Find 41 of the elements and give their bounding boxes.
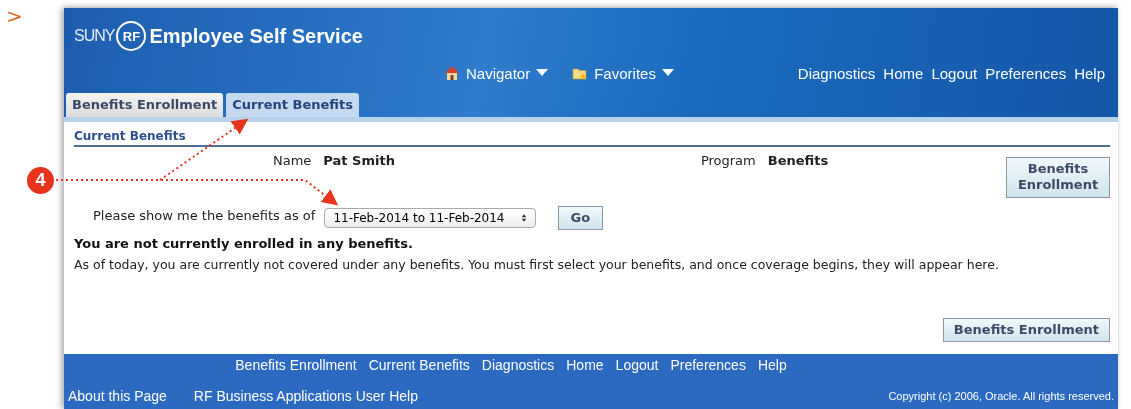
menu-link[interactable]: Navigator bbox=[444, 64, 549, 82]
header-link[interactable]: Logout bbox=[931, 64, 978, 82]
footer-link[interactable]: Preferences bbox=[670, 357, 746, 373]
menu-link[interactable]: Favorites bbox=[572, 64, 674, 82]
footer-link[interactable]: Current Benefits bbox=[368, 357, 470, 373]
caret-icon bbox=[536, 69, 549, 77]
logo-text: SUNY bbox=[74, 27, 115, 45]
field-label: Program bbox=[700, 153, 756, 168]
footer-link[interactable]: RF Business Applications User Help bbox=[193, 388, 418, 404]
footer-link[interactable]: Benefits Enrollment bbox=[235, 357, 357, 373]
tab[interactable]: Benefits Enrollment bbox=[66, 93, 224, 117]
benefits-enrollment-button[interactable]: Benefits Enrollment bbox=[1006, 157, 1110, 198]
header-link[interactable]: Diagnostics bbox=[797, 64, 876, 82]
go-button[interactable]: Go bbox=[557, 205, 604, 230]
footer-link[interactable]: Logout bbox=[615, 357, 659, 373]
logo-badge: RF bbox=[116, 21, 147, 51]
footer-link[interactable]: Diagnostics bbox=[481, 357, 555, 373]
chevron-marker: > bbox=[6, 6, 23, 26]
tab[interactable]: Current Benefits bbox=[226, 93, 359, 117]
field-value: Pat Smith bbox=[323, 153, 395, 168]
house-icon bbox=[444, 65, 460, 81]
folder-star-icon bbox=[572, 65, 589, 81]
field-label: Name bbox=[273, 153, 312, 168]
footer-link[interactable]: Home bbox=[566, 357, 604, 373]
header-link[interactable]: Preferences bbox=[985, 64, 1067, 82]
date-range-dropdown[interactable]: 11-Feb-2014 to 11-Feb-2014 bbox=[324, 207, 536, 228]
header-link[interactable]: Help bbox=[1074, 64, 1105, 82]
section-heading: Current Benefits bbox=[74, 126, 1110, 147]
caret-icon bbox=[661, 69, 674, 77]
period-label: Please show me the benefits as of bbox=[93, 207, 316, 223]
app-title: Employee Self Service bbox=[149, 24, 363, 48]
step-number-badge: 4 bbox=[27, 167, 54, 194]
benefits-enrollment-button[interactable]: Benefits Enrollment bbox=[942, 317, 1110, 342]
updown-arrows-icon bbox=[520, 212, 527, 223]
message-heading: You are not currently enrolled in any benefits. bbox=[74, 235, 414, 251]
copyright-text: Copyright (c) 2006, Oracle. All rights reserved. bbox=[888, 390, 1114, 402]
header-link[interactable]: Home bbox=[883, 64, 924, 82]
field-value: Benefits bbox=[767, 153, 829, 168]
footer-link[interactable]: About this Page bbox=[68, 388, 167, 404]
footer-link[interactable]: Help bbox=[757, 357, 787, 373]
message-text: As of today, you are currently not covered under any benefits. You must first select your benefits, and once coverage begins, they will appear here. bbox=[74, 256, 1000, 272]
